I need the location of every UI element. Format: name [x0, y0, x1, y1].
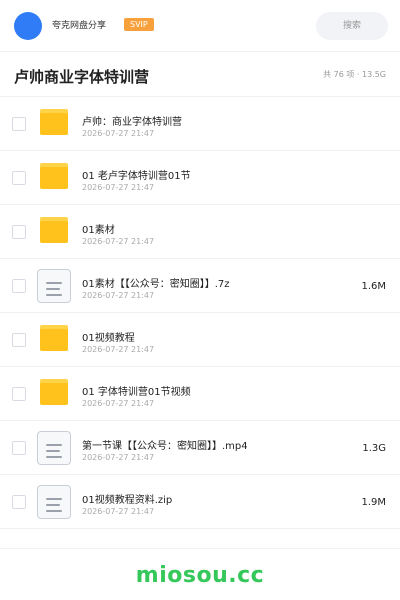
- checkbox[interactable]: [12, 387, 26, 401]
- file-name: 卢帅：商业字体特训营: [82, 117, 182, 128]
- checkbox[interactable]: [12, 225, 26, 239]
- avatar[interactable]: [14, 12, 42, 40]
- file-date: 2026-07-27 21:47: [82, 237, 155, 246]
- list-item[interactable]: 第一节课【【公众号：密知圈】】.mp4 2026-07-27 21:47 1.3G: [0, 421, 400, 475]
- file-icon: [37, 431, 71, 465]
- folder-icon: [37, 215, 71, 249]
- file-icon: [37, 485, 71, 519]
- user-name: 夸克网盘分享: [52, 21, 107, 31]
- folder-icon: [37, 107, 71, 141]
- list-item[interactable]: 01 字体特训营01节视频 2026-07-27 21:47: [0, 367, 400, 421]
- folder-icon: [37, 377, 71, 411]
- file-name: 01视频教程资料.zip: [82, 495, 173, 506]
- page-title: 卢帅商业字体特训营: [14, 68, 150, 86]
- file-name: 01 字体特训营01节视频: [82, 387, 191, 398]
- top-bar: 夸克网盘分享 SVIP 搜索: [0, 0, 400, 52]
- list-item[interactable]: 01 老卢字体特训营01节 2026-07-27 21:47: [0, 151, 400, 205]
- share-meta: 共 76 项 · 13.5G: [323, 70, 386, 79]
- folder-icon: [37, 323, 71, 357]
- file-date: 2026-07-27 21:47: [82, 453, 155, 462]
- svip-badge: SVIP: [124, 18, 154, 31]
- file-name: 01素材: [82, 225, 115, 236]
- file-size: 1.6M: [361, 281, 386, 292]
- file-date: 2026-07-27 21:47: [82, 345, 155, 354]
- list-item[interactable]: 01视频教程 2026-07-27 21:47: [0, 313, 400, 367]
- folder-icon: [37, 161, 71, 195]
- share-header: 卢帅商业字体特训营 共 76 项 · 13.5G: [0, 53, 400, 97]
- file-size: 1.3G: [362, 443, 386, 454]
- file-date: 2026-07-27 21:47: [82, 291, 155, 300]
- checkbox[interactable]: [12, 333, 26, 347]
- checkbox[interactable]: [12, 495, 26, 509]
- file-name: 01素材【【公众号：密知圈】】.7z: [82, 279, 230, 290]
- list-item[interactable]: 卢帅：商业字体特训营 2026-07-27 21:47: [0, 97, 400, 151]
- file-size: 1.9M: [361, 497, 386, 508]
- file-date: 2026-07-27 21:47: [82, 399, 155, 408]
- list-item[interactable]: 01素材 2026-07-27 21:47: [0, 205, 400, 259]
- file-date: 2026-07-27 21:47: [82, 129, 155, 138]
- list-item[interactable]: 01视频教程资料.zip 2026-07-27 21:47 1.9M: [0, 475, 400, 529]
- file-date: 2026-07-27 21:47: [82, 183, 155, 192]
- file-name: 第一节课【【公众号：密知圈】】.mp4: [82, 441, 248, 452]
- checkbox[interactable]: [12, 441, 26, 455]
- checkbox[interactable]: [12, 117, 26, 131]
- watermark: miosou.cc: [135, 563, 265, 588]
- file-date: 2026-07-27 21:47: [82, 507, 155, 516]
- file-list: 卢帅：商业字体特训营 2026-07-27 21:47 01 老卢字体特训营01节 2…: [0, 97, 400, 529]
- file-icon: [37, 269, 71, 303]
- file-name: 01视频教程: [82, 333, 135, 344]
- checkbox[interactable]: [12, 171, 26, 185]
- search-input[interactable]: 搜索: [316, 12, 388, 40]
- list-item[interactable]: 01素材【【公众号：密知圈】】.7z 2026-07-27 21:47 1.6M: [0, 259, 400, 313]
- checkbox[interactable]: [12, 279, 26, 293]
- file-name: 01 老卢字体特训营01节: [82, 171, 191, 182]
